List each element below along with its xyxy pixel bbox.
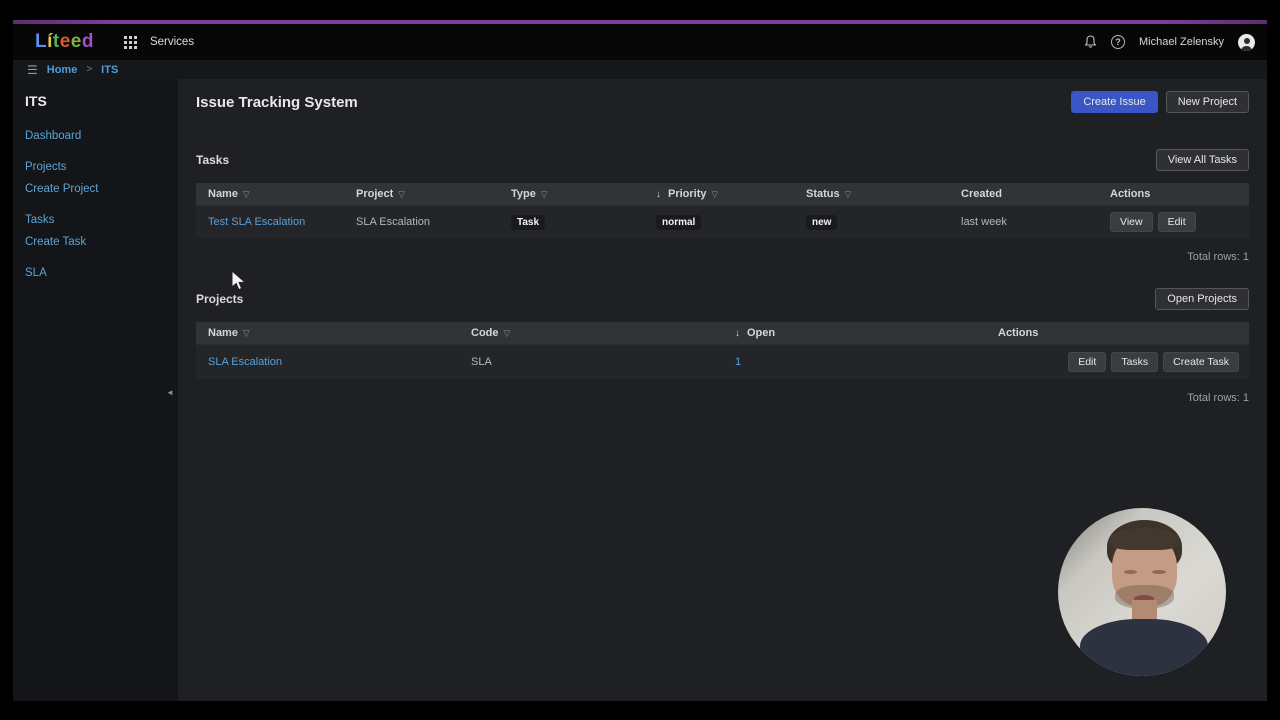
projects-total-rows: Total rows: 1	[196, 392, 1249, 404]
project-name-link[interactable]: SLA Escalation	[196, 356, 459, 368]
sidebar-collapse-icon[interactable]: ◄	[166, 388, 174, 397]
sidebar-item-create-task[interactable]: Create Task	[25, 236, 178, 248]
logo[interactable]: Líteed	[35, 31, 94, 53]
project-open-count[interactable]: 1	[723, 356, 986, 368]
webcam-overlay	[1058, 508, 1226, 676]
tasks-table-header: Name Project Type Priority Status Create…	[196, 183, 1249, 205]
view-all-tasks-button[interactable]: View All Tasks	[1156, 149, 1249, 171]
project-create-task-button[interactable]: Create Task	[1163, 352, 1239, 372]
tasks-col-project[interactable]: Project	[344, 188, 499, 200]
tasks-section-header: Tasks View All Tasks	[196, 149, 1249, 170]
services-menu[interactable]: Services	[150, 36, 194, 48]
project-code-cell: SLA	[459, 356, 723, 368]
tasks-col-status[interactable]: Status	[794, 188, 949, 200]
avatar-body-icon	[1241, 46, 1252, 51]
projects-table-row: SLA Escalation SLA 1 Edit Tasks Create T…	[196, 344, 1249, 379]
apps-grid-icon[interactable]	[124, 36, 137, 49]
create-issue-button[interactable]: Create Issue	[1071, 91, 1157, 113]
tasks-col-type[interactable]: Type	[499, 188, 644, 200]
sidebar: ITS Dashboard Projects Create Project Ta…	[13, 79, 178, 701]
sidebar-item-dashboard[interactable]: Dashboard	[25, 130, 178, 142]
task-status-badge: new	[806, 215, 837, 230]
sidebar-item-projects[interactable]: Projects	[25, 161, 178, 173]
notifications-bell-icon[interactable]	[1084, 35, 1097, 49]
app-window: Líteed Services ? Michael Zelensky ☰ Hom…	[0, 0, 1280, 720]
task-status-cell: new	[794, 215, 949, 230]
avatar-head-icon	[1244, 38, 1250, 44]
task-type-badge: Task	[511, 215, 545, 230]
topbar-right: ? Michael Zelensky	[1084, 34, 1255, 51]
task-priority-badge: normal	[656, 215, 701, 230]
top-bar: Líteed Services ? Michael Zelensky	[13, 24, 1267, 60]
tasks-total-rows: Total rows: 1	[196, 251, 1249, 263]
project-edit-button[interactable]: Edit	[1068, 352, 1106, 372]
breadcrumb: ☰ Home > ITS	[13, 60, 1267, 79]
header-buttons: Create Issue New Project	[1071, 91, 1249, 113]
breadcrumb-current[interactable]: ITS	[101, 64, 118, 76]
sidebar-title: ITS	[25, 93, 178, 109]
mouse-cursor-icon	[231, 270, 249, 292]
projects-col-code[interactable]: Code	[459, 327, 723, 339]
open-projects-button[interactable]: Open Projects	[1155, 288, 1249, 310]
sort-desc-icon	[735, 327, 742, 339]
tasks-col-actions: Actions	[1098, 188, 1249, 200]
tasks-section-title: Tasks	[196, 153, 229, 167]
breadcrumb-home[interactable]: Home	[47, 64, 78, 76]
projects-col-open[interactable]: Open	[723, 327, 986, 339]
tasks-table: Name Project Type Priority Status Create…	[196, 183, 1249, 238]
page-title: Issue Tracking System	[196, 94, 358, 111]
breadcrumb-separator-icon: >	[86, 64, 92, 75]
sort-desc-icon	[656, 188, 663, 200]
webcam-person-shirt	[1080, 619, 1208, 676]
projects-col-actions: Actions	[986, 327, 1249, 339]
tasks-col-name[interactable]: Name	[196, 188, 344, 200]
task-priority-cell: normal	[644, 215, 794, 230]
task-view-button[interactable]: View	[1110, 212, 1153, 232]
projects-section-title: Projects	[196, 292, 243, 306]
sidebar-item-create-project[interactable]: Create Project	[25, 183, 178, 195]
page-header: Issue Tracking System Create Issue New P…	[196, 91, 1249, 113]
new-project-button[interactable]: New Project	[1166, 91, 1249, 113]
tasks-table-row: Test SLA Escalation SLA Escalation Task …	[196, 205, 1249, 238]
user-name[interactable]: Michael Zelensky	[1139, 36, 1224, 48]
project-actions-cell: Edit Tasks Create Task	[986, 352, 1249, 372]
tasks-col-priority[interactable]: Priority	[644, 188, 794, 200]
projects-section-header: Projects Open Projects	[196, 288, 1249, 309]
user-avatar[interactable]	[1238, 34, 1255, 51]
hamburger-menu-icon[interactable]: ☰	[27, 64, 38, 76]
task-type-cell: Task	[499, 215, 644, 230]
webcam-person-fringe	[1110, 528, 1179, 550]
task-project-cell: SLA Escalation	[344, 216, 499, 228]
help-icon[interactable]: ?	[1111, 35, 1125, 49]
sidebar-item-tasks[interactable]: Tasks	[25, 214, 178, 226]
task-edit-button[interactable]: Edit	[1158, 212, 1196, 232]
projects-table-header: Name Code Open Actions	[196, 322, 1249, 344]
task-actions-cell: View Edit	[1098, 212, 1249, 232]
task-name-link[interactable]: Test SLA Escalation	[196, 216, 344, 228]
project-tasks-button[interactable]: Tasks	[1111, 352, 1158, 372]
projects-col-name[interactable]: Name	[196, 327, 459, 339]
sidebar-item-sla[interactable]: SLA	[25, 267, 178, 279]
projects-table: Name Code Open Actions SLA Escalation SL…	[196, 322, 1249, 379]
task-created-cell: last week	[949, 216, 1098, 228]
tasks-col-created[interactable]: Created	[949, 188, 1098, 200]
